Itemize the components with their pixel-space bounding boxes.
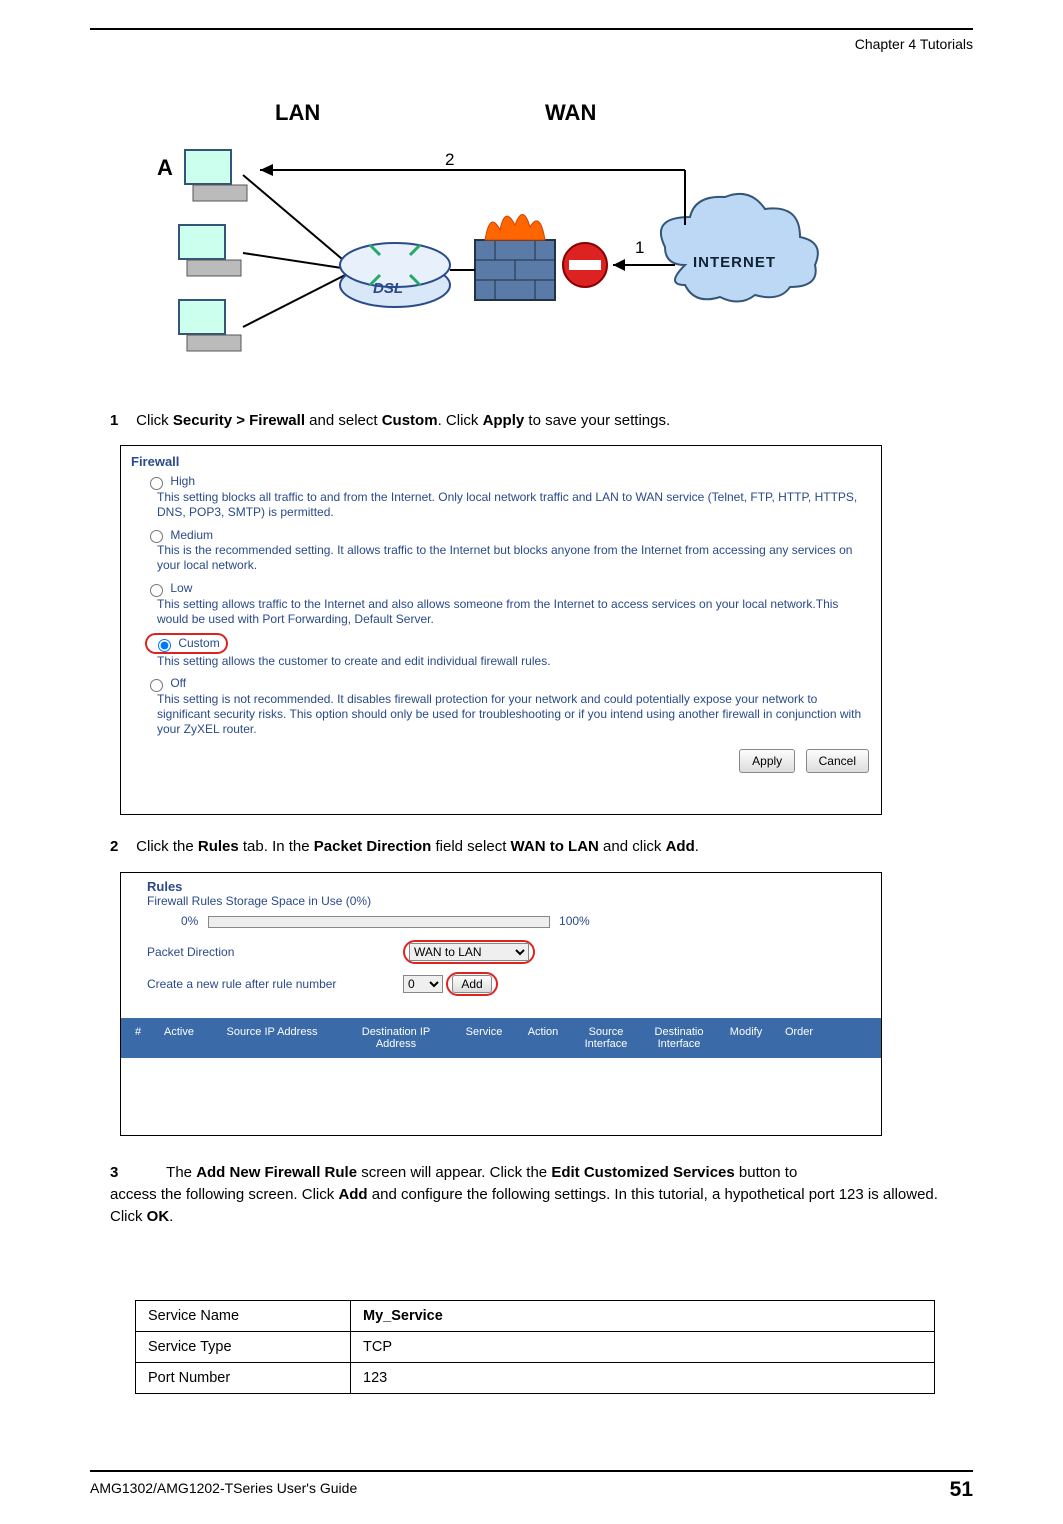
col-source: Source IP Address xyxy=(207,1026,337,1050)
wan-label: WAN xyxy=(545,100,596,125)
col-action: Action xyxy=(517,1026,569,1050)
col-src-if: Source Interface xyxy=(573,1026,639,1050)
packet-direction-label: Packet Direction xyxy=(147,945,377,959)
col-num: # xyxy=(125,1026,151,1050)
service-type-value: TCP xyxy=(351,1332,935,1363)
step-2: 2 Click the Rules tab. In the Packet Dir… xyxy=(110,836,963,858)
page-number: 51 xyxy=(950,1478,973,1502)
table-row: Service Name My_Service xyxy=(136,1301,935,1332)
firewall-panel: Firewall High This setting blocks all tr… xyxy=(120,445,882,815)
internet-text: INTERNET xyxy=(693,254,776,271)
port-number-value: 123 xyxy=(351,1363,935,1394)
col-active: Active xyxy=(155,1026,203,1050)
firewall-option-medium[interactable]: Medium xyxy=(145,528,213,542)
storage-hundred: 100% xyxy=(559,914,590,928)
computer-icon xyxy=(179,300,241,351)
step-1-text: Click Security > Firewall and select Cus… xyxy=(136,412,670,429)
step-number: 1 xyxy=(110,410,132,432)
firewall-option-off[interactable]: Off xyxy=(145,676,186,690)
cancel-button[interactable]: Cancel xyxy=(806,749,869,773)
dsl-text: DSL xyxy=(373,280,403,297)
firewall-medium-desc: This is the recommended setting. It allo… xyxy=(121,543,881,579)
step-number: 2 xyxy=(110,836,132,858)
arrow-2-label: 2 xyxy=(445,150,454,169)
rules-table-header: # Active Source IP Address Destination I… xyxy=(121,1018,881,1058)
firewall-title: Firewall xyxy=(121,446,881,473)
rules-title: Rules xyxy=(121,873,881,894)
service-name-value: My_Service xyxy=(351,1301,935,1332)
chapter-title: Chapter 4 Tutorials xyxy=(855,36,973,52)
service-type-label: Service Type xyxy=(136,1332,351,1363)
table-row: Port Number 123 xyxy=(136,1363,935,1394)
lan-label: LAN xyxy=(275,100,320,125)
storage-bar xyxy=(208,916,550,928)
rule-number-select[interactable]: 0 xyxy=(403,975,443,993)
step-3: 3 The Add New Firewall Rule screen will … xyxy=(110,1162,963,1227)
firewall-low-desc: This setting allows traffic to the Inter… xyxy=(121,597,881,633)
a-label: A xyxy=(157,155,173,180)
firewall-option-low[interactable]: Low xyxy=(145,581,192,595)
col-service: Service xyxy=(455,1026,513,1050)
computer-icon xyxy=(185,150,247,201)
storage-label: Firewall Rules Storage Space in Use (0%) xyxy=(121,894,881,912)
service-name-label: Service Name xyxy=(136,1301,351,1332)
firewall-option-custom[interactable]: Custom xyxy=(153,636,220,650)
step-number: 3 xyxy=(110,1162,132,1184)
page: Chapter 4 Tutorials LAN WAN A xyxy=(0,0,1063,1524)
header-rule xyxy=(90,28,973,30)
storage-zero: 0% xyxy=(181,914,198,928)
firewall-option-custom-highlight: Custom xyxy=(145,633,228,654)
col-order: Order xyxy=(777,1026,821,1050)
packet-direction-highlight: WAN to LAN xyxy=(403,940,535,964)
create-rule-label: Create a new rule after rule number xyxy=(147,977,377,991)
firewall-off-desc: This setting is not recommended. It disa… xyxy=(121,692,881,743)
firewall-high-desc: This setting blocks all traffic to and f… xyxy=(121,490,881,526)
computer-icon xyxy=(179,225,241,276)
rules-panel: Rules Firewall Rules Storage Space in Us… xyxy=(120,872,882,1136)
network-diagram: LAN WAN A xyxy=(145,95,875,385)
packet-direction-select[interactable]: WAN to LAN xyxy=(409,943,529,961)
firewall-option-high[interactable]: High xyxy=(145,474,195,488)
step-3-cont: access the following screen. Click Add a… xyxy=(110,1184,963,1228)
no-entry-icon xyxy=(563,243,607,287)
add-button[interactable]: Add xyxy=(452,975,491,993)
step-1: 1 Click Security > Firewall and select C… xyxy=(110,410,963,432)
port-number-label: Port Number xyxy=(136,1363,351,1394)
firewall-custom-desc: This setting allows the customer to crea… xyxy=(121,654,881,675)
col-dest: Destination IP Address xyxy=(341,1026,451,1050)
step-3-text: The Add New Firewall Rule screen will ap… xyxy=(166,1164,797,1181)
firewall-icon xyxy=(475,214,555,300)
footer-rule xyxy=(90,1470,973,1472)
dsl-router-icon: DSL xyxy=(340,243,450,307)
table-row: Service Type TCP xyxy=(136,1332,935,1363)
col-dst-if: Destinatio Interface xyxy=(643,1026,715,1050)
col-modify: Modify xyxy=(719,1026,773,1050)
arrow-1-label: 1 xyxy=(635,238,644,257)
step-2-text: Click the Rules tab. In the Packet Direc… xyxy=(136,838,699,855)
add-button-highlight: Add xyxy=(446,972,497,996)
footer-guide: AMG1302/AMG1202-TSeries User's Guide xyxy=(90,1480,357,1496)
apply-button[interactable]: Apply xyxy=(739,749,795,773)
service-table: Service Name My_Service Service Type TCP… xyxy=(135,1300,935,1394)
